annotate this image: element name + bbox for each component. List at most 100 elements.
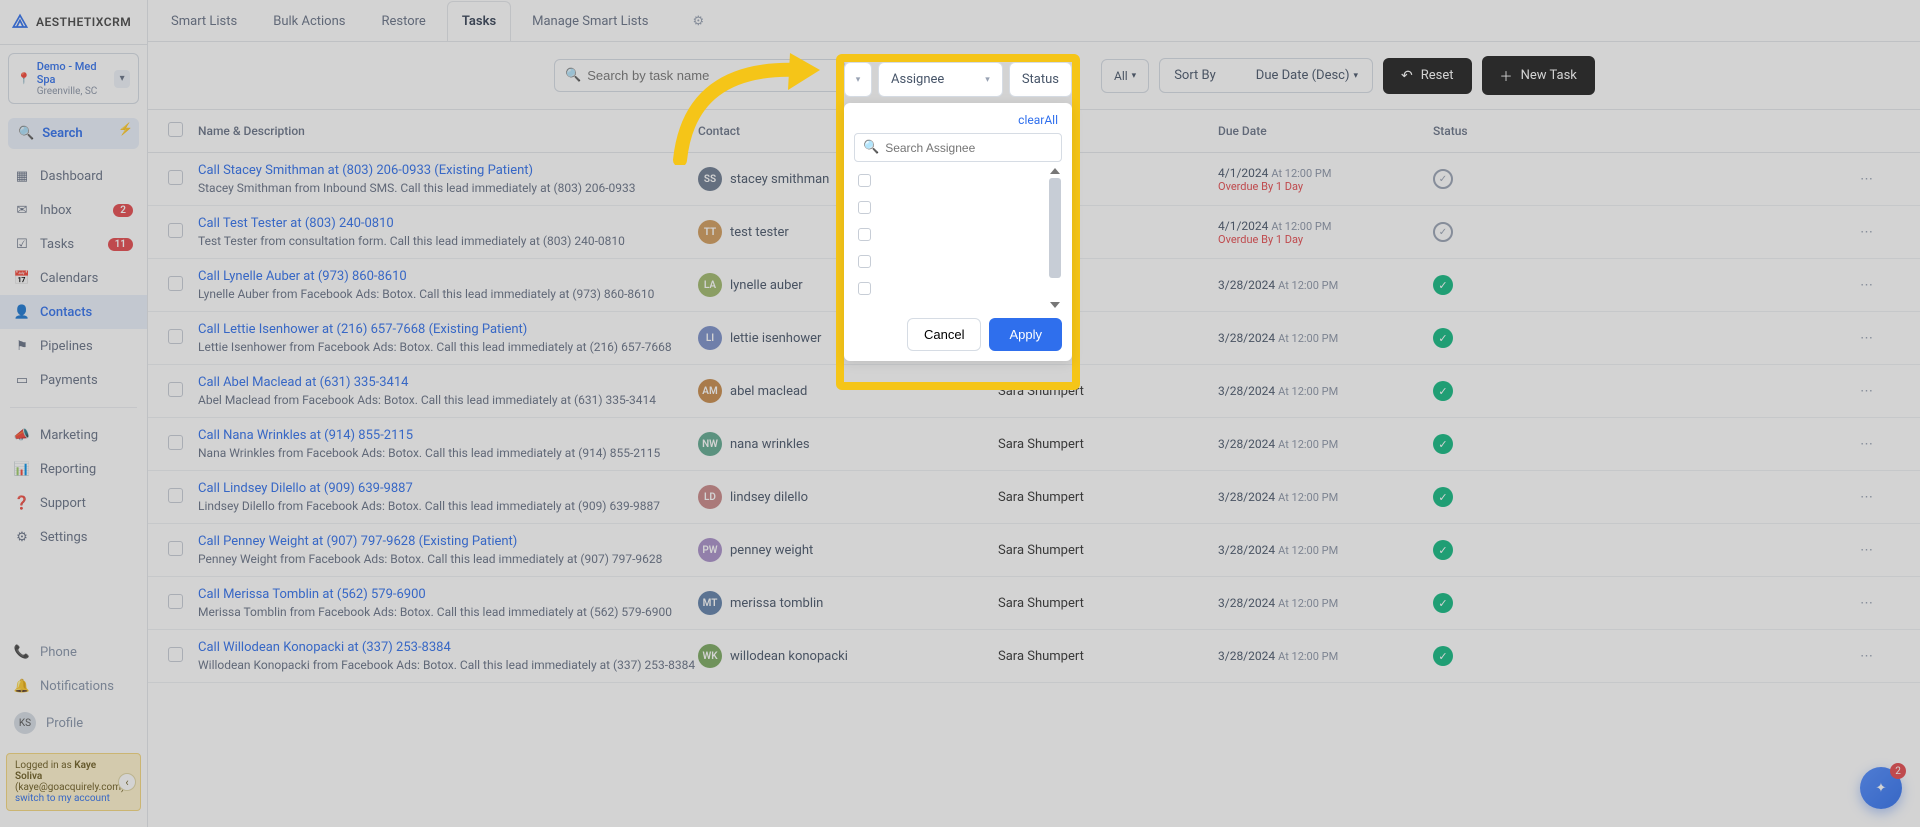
select-all-checkbox[interactable] [168, 122, 183, 137]
row-checkbox[interactable] [168, 170, 183, 185]
sidebar-item-tasks[interactable]: ☑Tasks11 [0, 227, 147, 261]
status-done-icon[interactable]: ✓ [1433, 275, 1453, 295]
sidebar-item-inbox[interactable]: ✉Inbox2 [0, 193, 147, 227]
task-title[interactable]: Call Merissa Tomblin at (562) 579-6900 [198, 587, 698, 602]
row-menu-icon[interactable]: ⋯ [1860, 596, 1873, 611]
sidebar-item-settings[interactable]: ⚙Settings [0, 520, 147, 554]
task-title[interactable]: Call Test Tester at (803) 240-0810 [198, 216, 698, 231]
status-done-icon[interactable]: ✓ [1433, 487, 1453, 507]
cancel-button[interactable]: Cancel [907, 318, 981, 351]
sidebar-item-phone[interactable]: 📞Phone [0, 635, 147, 669]
status-done-icon[interactable]: ✓ [1433, 381, 1453, 401]
sidebar-item-calendars[interactable]: 📅Calendars [0, 261, 147, 295]
row-checkbox[interactable] [168, 276, 183, 291]
tab-restore[interactable]: Restore [366, 1, 440, 41]
row-menu-icon[interactable]: ⋯ [1860, 649, 1873, 664]
tab-tasks[interactable]: Tasks [447, 1, 511, 41]
sidebar-item-marketing[interactable]: 📣Marketing [0, 418, 147, 452]
row-menu-icon[interactable]: ⋯ [1860, 543, 1873, 558]
row-menu-icon[interactable]: ⋯ [1860, 172, 1873, 187]
assignee-search[interactable]: 🔍 [854, 133, 1062, 162]
sort-selector[interactable]: Sort By Due Date (Desc) ▾ [1159, 58, 1373, 93]
clear-all-link[interactable]: clearAll [854, 111, 1062, 133]
assignee-option-checkbox[interactable] [858, 282, 871, 295]
reset-button[interactable]: ↶ Reset [1383, 58, 1472, 94]
status-filter[interactable]: Status [1009, 62, 1072, 97]
sidebar-item-support[interactable]: ❓Support [0, 486, 147, 520]
sidebar-search[interactable]: 🔍 Search ⚡ [8, 118, 139, 149]
row-checkbox[interactable] [168, 541, 183, 556]
row-checkbox[interactable] [168, 329, 183, 344]
contact-filter[interactable]: ▾ [844, 62, 872, 97]
contact-cell[interactable]: LD lindsey dilello [698, 485, 998, 509]
task-title[interactable]: Call Lettie Isenhower at (216) 657-7668 … [198, 322, 698, 337]
row-checkbox[interactable] [168, 647, 183, 662]
sidebar-item-notifications[interactable]: 🔔Notifications [0, 669, 147, 703]
sidebar-item-reporting[interactable]: 📊Reporting [0, 452, 147, 486]
row-menu-icon[interactable]: ⋯ [1860, 437, 1873, 452]
status-done-icon[interactable]: ✓ [1433, 593, 1453, 613]
row-menu-icon[interactable]: ⋯ [1860, 331, 1873, 346]
tab-bulk-actions[interactable]: Bulk Actions [258, 1, 360, 41]
chevron-left-icon[interactable]: ‹ [118, 773, 136, 791]
account-selector[interactable]: 📍 Demo - Med Spa Greenville, SC ▾ [8, 53, 139, 104]
contact-cell[interactable]: WK willodean konopacki [698, 644, 998, 668]
contact-cell[interactable]: MT merissa tomblin [698, 591, 998, 615]
row-checkbox[interactable] [168, 594, 183, 609]
bolt-icon: ⚡ [118, 122, 133, 136]
search-icon: 🔍 [565, 68, 581, 83]
assignee-filter[interactable]: Assignee ▾ [878, 62, 1003, 97]
status-done-icon[interactable]: ✓ [1433, 328, 1453, 348]
contact-cell[interactable]: PW penney weight [698, 538, 998, 562]
task-title[interactable]: Call Willodean Konopacki at (337) 253-83… [198, 640, 698, 655]
status-done-icon[interactable]: ✓ [1433, 646, 1453, 666]
status-open-icon[interactable]: ✓ [1433, 222, 1453, 242]
task-search-input[interactable] [587, 68, 834, 83]
row-menu-icon[interactable]: ⋯ [1860, 225, 1873, 240]
assignee-option-checkbox[interactable] [858, 228, 871, 241]
switch-account-link[interactable]: switch to my account [15, 793, 110, 804]
sidebar-item-profile[interactable]: KSProfile [0, 703, 147, 743]
new-task-button[interactable]: ＋ New Task [1482, 56, 1595, 95]
row-menu-icon[interactable]: ⋯ [1860, 384, 1873, 399]
sidebar-item-payments[interactable]: ▭Payments [0, 363, 147, 397]
fab-button[interactable]: ✦ 2 [1860, 767, 1902, 809]
row-checkbox[interactable] [168, 382, 183, 397]
assignee-option-checkbox[interactable] [858, 255, 871, 268]
status-done-icon[interactable]: ✓ [1433, 540, 1453, 560]
assignee-cell: Sara Shumpert [998, 596, 1218, 611]
contact-name: stacey smithman [730, 172, 829, 187]
task-title[interactable]: Call Nana Wrinkles at (914) 855-2115 [198, 428, 698, 443]
task-title[interactable]: Call Abel Maclead at (631) 335-3414 [198, 375, 698, 390]
scroll-thumb[interactable] [1049, 178, 1061, 278]
task-title[interactable]: Call Lynelle Auber at (973) 860-8610 [198, 269, 698, 284]
row-checkbox[interactable] [168, 488, 183, 503]
assignee-list [854, 168, 1062, 308]
assignee-option-checkbox[interactable] [858, 174, 871, 187]
contact-cell[interactable]: NW nana wrinkles [698, 432, 998, 456]
gear-icon[interactable]: ⚙ [677, 1, 719, 41]
row-checkbox[interactable] [168, 435, 183, 450]
apply-button[interactable]: Apply [989, 318, 1062, 351]
sidebar-item-pipelines[interactable]: ⚑Pipelines [0, 329, 147, 363]
row-menu-icon[interactable]: ⋯ [1860, 278, 1873, 293]
contact-cell[interactable]: AM abel maclead [698, 379, 998, 403]
status-open-icon[interactable]: ✓ [1433, 169, 1453, 189]
task-title[interactable]: Call Lindsey Dilello at (909) 639-9887 [198, 481, 698, 496]
row-menu-icon[interactable]: ⋯ [1860, 490, 1873, 505]
sidebar-item-contacts[interactable]: 👤Contacts [0, 295, 147, 329]
contact-avatar: TT [698, 220, 722, 244]
filter-all[interactable]: All ▾ [1101, 59, 1149, 93]
contact-avatar: PW [698, 538, 722, 562]
status-done-icon[interactable]: ✓ [1433, 434, 1453, 454]
task-search[interactable]: 🔍 [554, 59, 845, 92]
sidebar-item-dashboard[interactable]: ▦Dashboard [0, 159, 147, 193]
task-title[interactable]: Call Penney Weight at (907) 797-9628 (Ex… [198, 534, 698, 549]
task-title[interactable]: Call Stacey Smithman at (803) 206-0933 (… [198, 163, 698, 178]
assignee-scrollbar[interactable] [1048, 168, 1062, 308]
tab-smart-lists[interactable]: Smart Lists [156, 1, 252, 41]
row-checkbox[interactable] [168, 223, 183, 238]
assignee-option-checkbox[interactable] [858, 201, 871, 214]
tab-manage-smart-lists[interactable]: Manage Smart Lists [517, 1, 663, 41]
assignee-search-input[interactable] [885, 141, 1053, 155]
